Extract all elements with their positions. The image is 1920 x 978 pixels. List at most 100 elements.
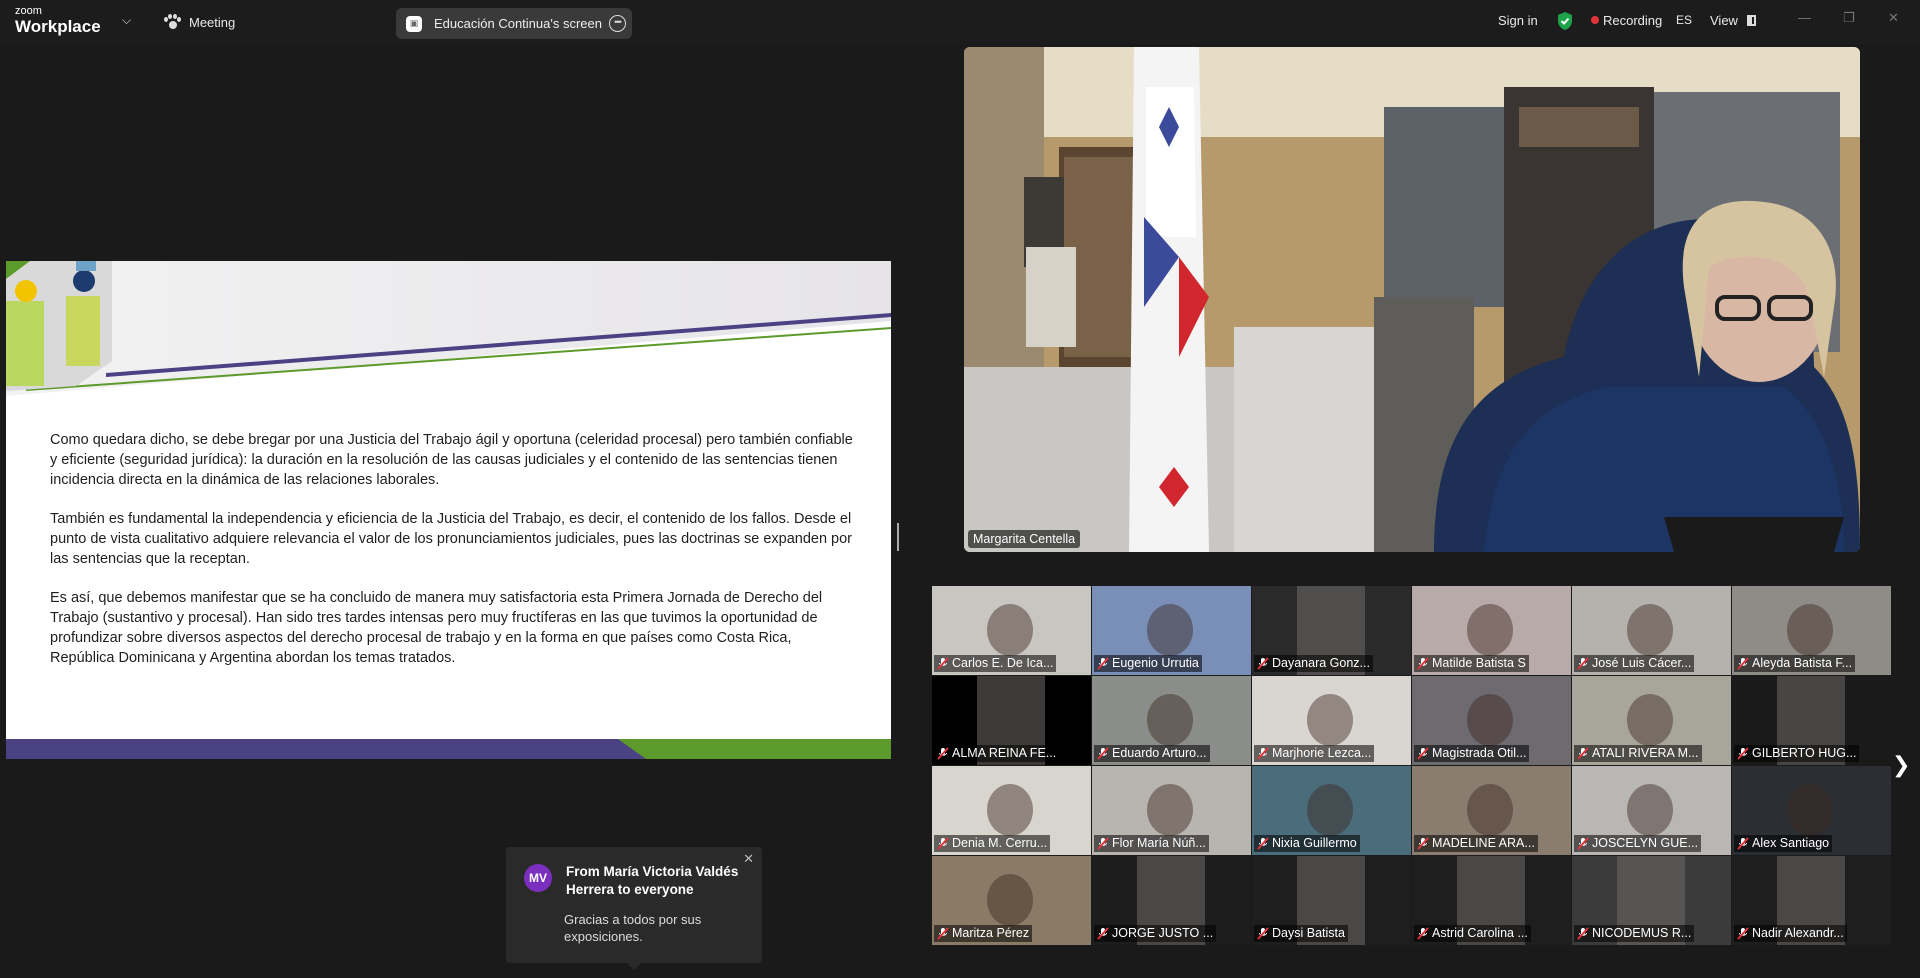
participant-name: Maritza Pérez	[934, 925, 1033, 942]
share-title: Educación Continua's screen	[434, 16, 602, 31]
participant-tile[interactable]: Alex Santiago	[1732, 766, 1891, 855]
slide-paragraph-2: También es fundamental la independencia …	[50, 511, 853, 567]
participant-name: Nixia Guillermo	[1254, 835, 1360, 852]
mic-muted-icon	[1577, 657, 1589, 670]
recording-indicator[interactable]: Recording	[1591, 13, 1662, 28]
slide-footer-bar	[6, 739, 891, 759]
participant-tile[interactable]: Nadir Alexandr...	[1732, 856, 1891, 945]
speaker-name-tag: Margarita Centella	[968, 530, 1081, 548]
mic-muted-icon	[937, 747, 949, 760]
mic-muted-icon	[937, 657, 949, 670]
grid-icon	[1746, 15, 1756, 26]
participant-name: Denia M. Cerru...	[934, 835, 1051, 852]
recording-dot-icon	[1591, 16, 1599, 24]
meeting-menu[interactable]: Meeting	[163, 14, 235, 30]
slide-paragraph-1: Como quedara dicho, se debe bregar por u…	[50, 432, 853, 488]
participant-video	[1627, 694, 1673, 746]
participant-video	[1467, 604, 1513, 656]
participant-tile[interactable]: José Luis Cácer...	[1572, 586, 1731, 675]
chat-message: Gracias a todos por sus exposiciones.	[564, 912, 702, 944]
participant-name: Daysi Batista	[1254, 925, 1348, 942]
participant-name: GILBERTO HUG...	[1734, 745, 1860, 762]
sign-in-button[interactable]: Sign in	[1498, 13, 1538, 28]
mic-muted-icon	[1577, 927, 1589, 940]
participant-name: Eduardo Arturo...	[1094, 745, 1210, 762]
chevron-down-icon[interactable]: ⌵	[122, 13, 131, 28]
sender-avatar: MV	[524, 864, 552, 892]
mic-muted-icon	[1417, 837, 1429, 850]
close-window-icon[interactable]: ✕	[1888, 10, 1899, 26]
participant-name: Matilde Batista S	[1414, 655, 1529, 672]
participant-name: Marjhorie Lezca...	[1254, 745, 1375, 762]
participant-tile[interactable]: JORGE JUSTO ...	[1092, 856, 1251, 945]
screen-share-icon: ▣	[406, 15, 422, 32]
participant-tile[interactable]: NICODEMUS R...	[1572, 856, 1731, 945]
participant-tile[interactable]: Carlos E. De Ica...	[932, 586, 1091, 675]
zoom-logo[interactable]: zoom Workplace	[15, 6, 101, 36]
participant-name: JORGE JUSTO ...	[1094, 925, 1217, 942]
restore-icon[interactable]: ❐	[1843, 10, 1855, 26]
participant-tile[interactable]: MADELINE ARA...	[1412, 766, 1571, 855]
participant-tile[interactable]: Flor María Núñ...	[1092, 766, 1251, 855]
participant-video	[987, 784, 1033, 836]
view-button[interactable]: View	[1710, 13, 1756, 28]
participant-tile[interactable]: JOSCELYN GUE...	[1572, 766, 1731, 855]
shield-check-icon[interactable]	[1556, 11, 1574, 31]
participant-name: Eugenio Urrutia	[1094, 655, 1202, 672]
mic-muted-icon	[937, 837, 949, 850]
paw-icon	[163, 14, 181, 30]
language-button[interactable]: ES	[1676, 13, 1692, 27]
slide-body: Como quedara dicho, se debe bregar por u…	[50, 431, 860, 688]
participant-name: Astrid Carolina ...	[1414, 925, 1531, 942]
participant-tile[interactable]: Eugenio Urrutia	[1092, 586, 1251, 675]
participant-video	[1627, 784, 1673, 836]
chevron-right-icon[interactable]: ❯	[1892, 752, 1910, 778]
participant-video	[1147, 694, 1193, 746]
participant-name: MADELINE ARA...	[1414, 835, 1538, 852]
participant-video	[1467, 784, 1513, 836]
participant-tile[interactable]: Eduardo Arturo...	[1092, 676, 1251, 765]
participant-tile[interactable]: Matilde Batista S	[1412, 586, 1571, 675]
participant-tile[interactable]: Nixia Guillermo	[1252, 766, 1411, 855]
participant-tile[interactable]: ATALI RIVERA M...	[1572, 676, 1731, 765]
screen-share-indicator[interactable]: ▣ Educación Continua's screen •••	[396, 8, 632, 39]
participant-tile[interactable]: Astrid Carolina ...	[1412, 856, 1571, 945]
participant-tile[interactable]: Magistrada Otil...	[1412, 676, 1571, 765]
participant-name: Flor María Núñ...	[1094, 835, 1209, 852]
view-label: View	[1710, 13, 1738, 28]
participant-name: ALMA REINA FE...	[934, 745, 1060, 762]
mic-muted-icon	[1577, 837, 1589, 850]
participant-name: Aleyda Batista F...	[1734, 655, 1856, 672]
participant-tile[interactable]: Daysi Batista	[1252, 856, 1411, 945]
split-resize-handle[interactable]	[897, 523, 899, 551]
participant-name: JOSCELYN GUE...	[1574, 835, 1702, 852]
chat-notification[interactable]: MV From María Victoria Valdés Herrera to…	[506, 847, 762, 970]
mic-muted-icon	[1097, 927, 1109, 940]
slide-paragraph-3: Es así, que debemos manifestar que se ha…	[50, 590, 823, 666]
participant-video	[1467, 694, 1513, 746]
mic-muted-icon	[1737, 747, 1749, 760]
slide-header-graphic	[6, 261, 891, 396]
top-bar: zoom Workplace ⌵ Meeting ▣ Educación Con…	[0, 0, 1920, 44]
mic-muted-icon	[1737, 927, 1749, 940]
participant-tile[interactable]: Aleyda Batista F...	[1732, 586, 1891, 675]
minimize-icon[interactable]: —	[1798, 10, 1811, 25]
participant-video	[1147, 784, 1193, 836]
participant-name: José Luis Cácer...	[1574, 655, 1695, 672]
close-icon[interactable]: ✕	[743, 851, 754, 867]
speaker-video-frame	[964, 47, 1860, 552]
participant-tile[interactable]: Marjhorie Lezca...	[1252, 676, 1411, 765]
participant-tile[interactable]: GILBERTO HUG...	[1732, 676, 1891, 765]
mic-muted-icon	[1737, 657, 1749, 670]
mic-muted-icon	[1257, 927, 1269, 940]
participant-video	[1147, 604, 1193, 656]
mic-muted-icon	[1257, 657, 1269, 670]
participant-tile[interactable]: Denia M. Cerru...	[932, 766, 1091, 855]
participant-tile[interactable]: ALMA REINA FE...	[932, 676, 1091, 765]
more-options-icon[interactable]: •••	[609, 15, 626, 32]
participant-tile[interactable]: Dayanara Gonz...	[1252, 586, 1411, 675]
participant-tile[interactable]: Maritza Pérez	[932, 856, 1091, 945]
participant-name: Magistrada Otil...	[1414, 745, 1530, 762]
participant-video	[1787, 784, 1833, 836]
active-speaker-video[interactable]: Margarita Centella	[964, 47, 1860, 552]
